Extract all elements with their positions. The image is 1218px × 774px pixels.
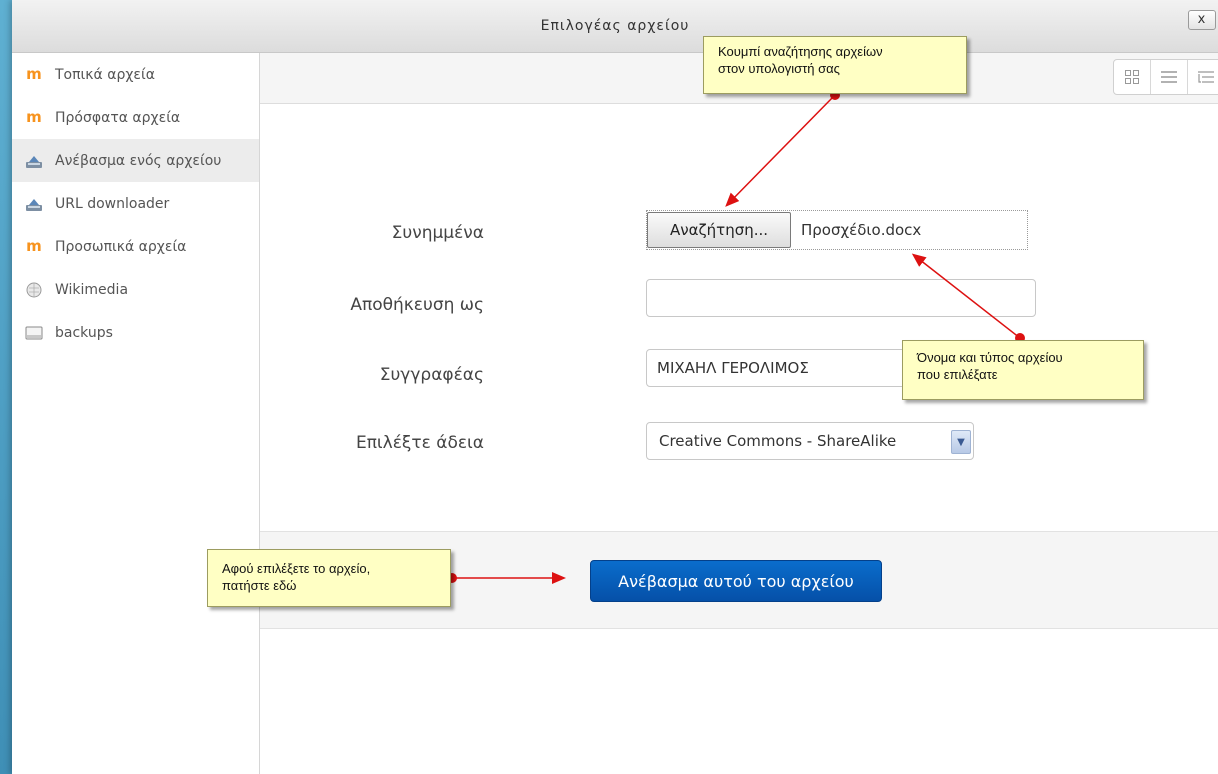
callout-upload-note: Αφού επιλέξετε το αρχείο, πατήστε εδώ [207, 549, 451, 607]
list-view-icon[interactable] [1151, 60, 1188, 94]
sidebar-item-label: Ανέβασμα ενός αρχείου [55, 152, 222, 169]
upload-icon [25, 196, 43, 212]
tree-view-icon[interactable] [1188, 60, 1218, 94]
sidebar-item-upload-file[interactable]: Ανέβασμα ενός αρχείου [12, 139, 259, 182]
selected-file-name: Προσχέδιο.docx [801, 221, 922, 239]
sidebar-item-label: URL downloader [55, 195, 170, 212]
moodle-icon: m [26, 237, 42, 255]
sidebar-item-backups[interactable]: backups [12, 311, 259, 354]
moodle-icon: m [26, 108, 42, 126]
sidebar-item-url-downloader[interactable]: URL downloader [12, 182, 259, 225]
license-selected-value: Creative Commons - ShareAlike [659, 432, 897, 450]
callout-text: στον υπολογιστή σας [718, 61, 840, 76]
author-input[interactable] [646, 349, 916, 387]
sidebar-item-recent-files[interactable]: m Πρόσφατα αρχεία [12, 96, 259, 139]
sidebar-item-label: Προσωπικά αρχεία [55, 238, 187, 255]
dialog-titlebar: Επιλογέας αρχείου x [12, 0, 1218, 53]
sidebar-item-label: Wikimedia [55, 281, 129, 298]
sidebar-item-private-files[interactable]: m Προσωπικά αρχεία [12, 225, 259, 268]
close-button[interactable]: x [1188, 10, 1216, 30]
callout-text: που επιλέξατε [917, 367, 998, 382]
sidebar-item-local-files[interactable]: m Τοπικά αρχεία [12, 53, 259, 96]
save-as-input[interactable] [646, 279, 1036, 317]
callout-text: Κουμπί αναζήτησης αρχείων [718, 44, 883, 59]
dialog-title: Επιλογέας αρχείου [540, 18, 690, 34]
grid-view-icon[interactable] [1114, 60, 1151, 94]
filepicker-group: Αναζήτηση... Προσχέδιο.docx [646, 210, 1028, 250]
view-switcher [1113, 59, 1218, 95]
save-as-label: Αποθήκευση ως [350, 295, 484, 315]
upload-panel: Συνημμένα Αναζήτηση... Προσχέδιο.docx Απ… [260, 53, 1218, 774]
callout-text: Όνομα και τύπος αρχείου [917, 350, 1063, 365]
callout-file-name-note: Όνομα και τύπος αρχείου που επιλέξατε [902, 340, 1144, 400]
upload-icon [25, 153, 43, 169]
upload-this-file-button[interactable]: Ανέβασμα αυτού του αρχείου [590, 560, 882, 602]
backup-drive-icon [25, 325, 43, 341]
sidebar-item-label: backups [55, 324, 113, 341]
license-select[interactable]: Creative Commons - ShareAlike ▼ [646, 422, 974, 460]
sidebar-item-label: Τοπικά αρχεία [55, 66, 155, 83]
author-label: Συγγραφέας [379, 365, 484, 385]
attachment-label: Συνημμένα [391, 223, 484, 243]
callout-text: πατήστε εδώ [222, 578, 297, 593]
browse-button[interactable]: Αναζήτηση... [647, 212, 791, 248]
chevron-down-icon: ▼ [951, 430, 971, 454]
callout-browse-note: Κουμπί αναζήτησης αρχείων στον υπολογιστ… [703, 36, 967, 94]
moodle-icon: m [26, 65, 42, 83]
close-icon: x [1197, 12, 1207, 27]
sidebar-item-label: Πρόσφατα αρχεία [55, 109, 181, 126]
repository-sidebar: m Τοπικά αρχεία m Πρόσφατα αρχεία Ανέβασ… [12, 53, 260, 774]
wikimedia-globe-icon [25, 282, 43, 298]
license-label: Επιλέξτε άδεια [355, 433, 484, 453]
callout-text: Αφού επιλέξετε το αρχείο, [222, 561, 371, 576]
sidebar-item-wikimedia[interactable]: Wikimedia [12, 268, 259, 311]
